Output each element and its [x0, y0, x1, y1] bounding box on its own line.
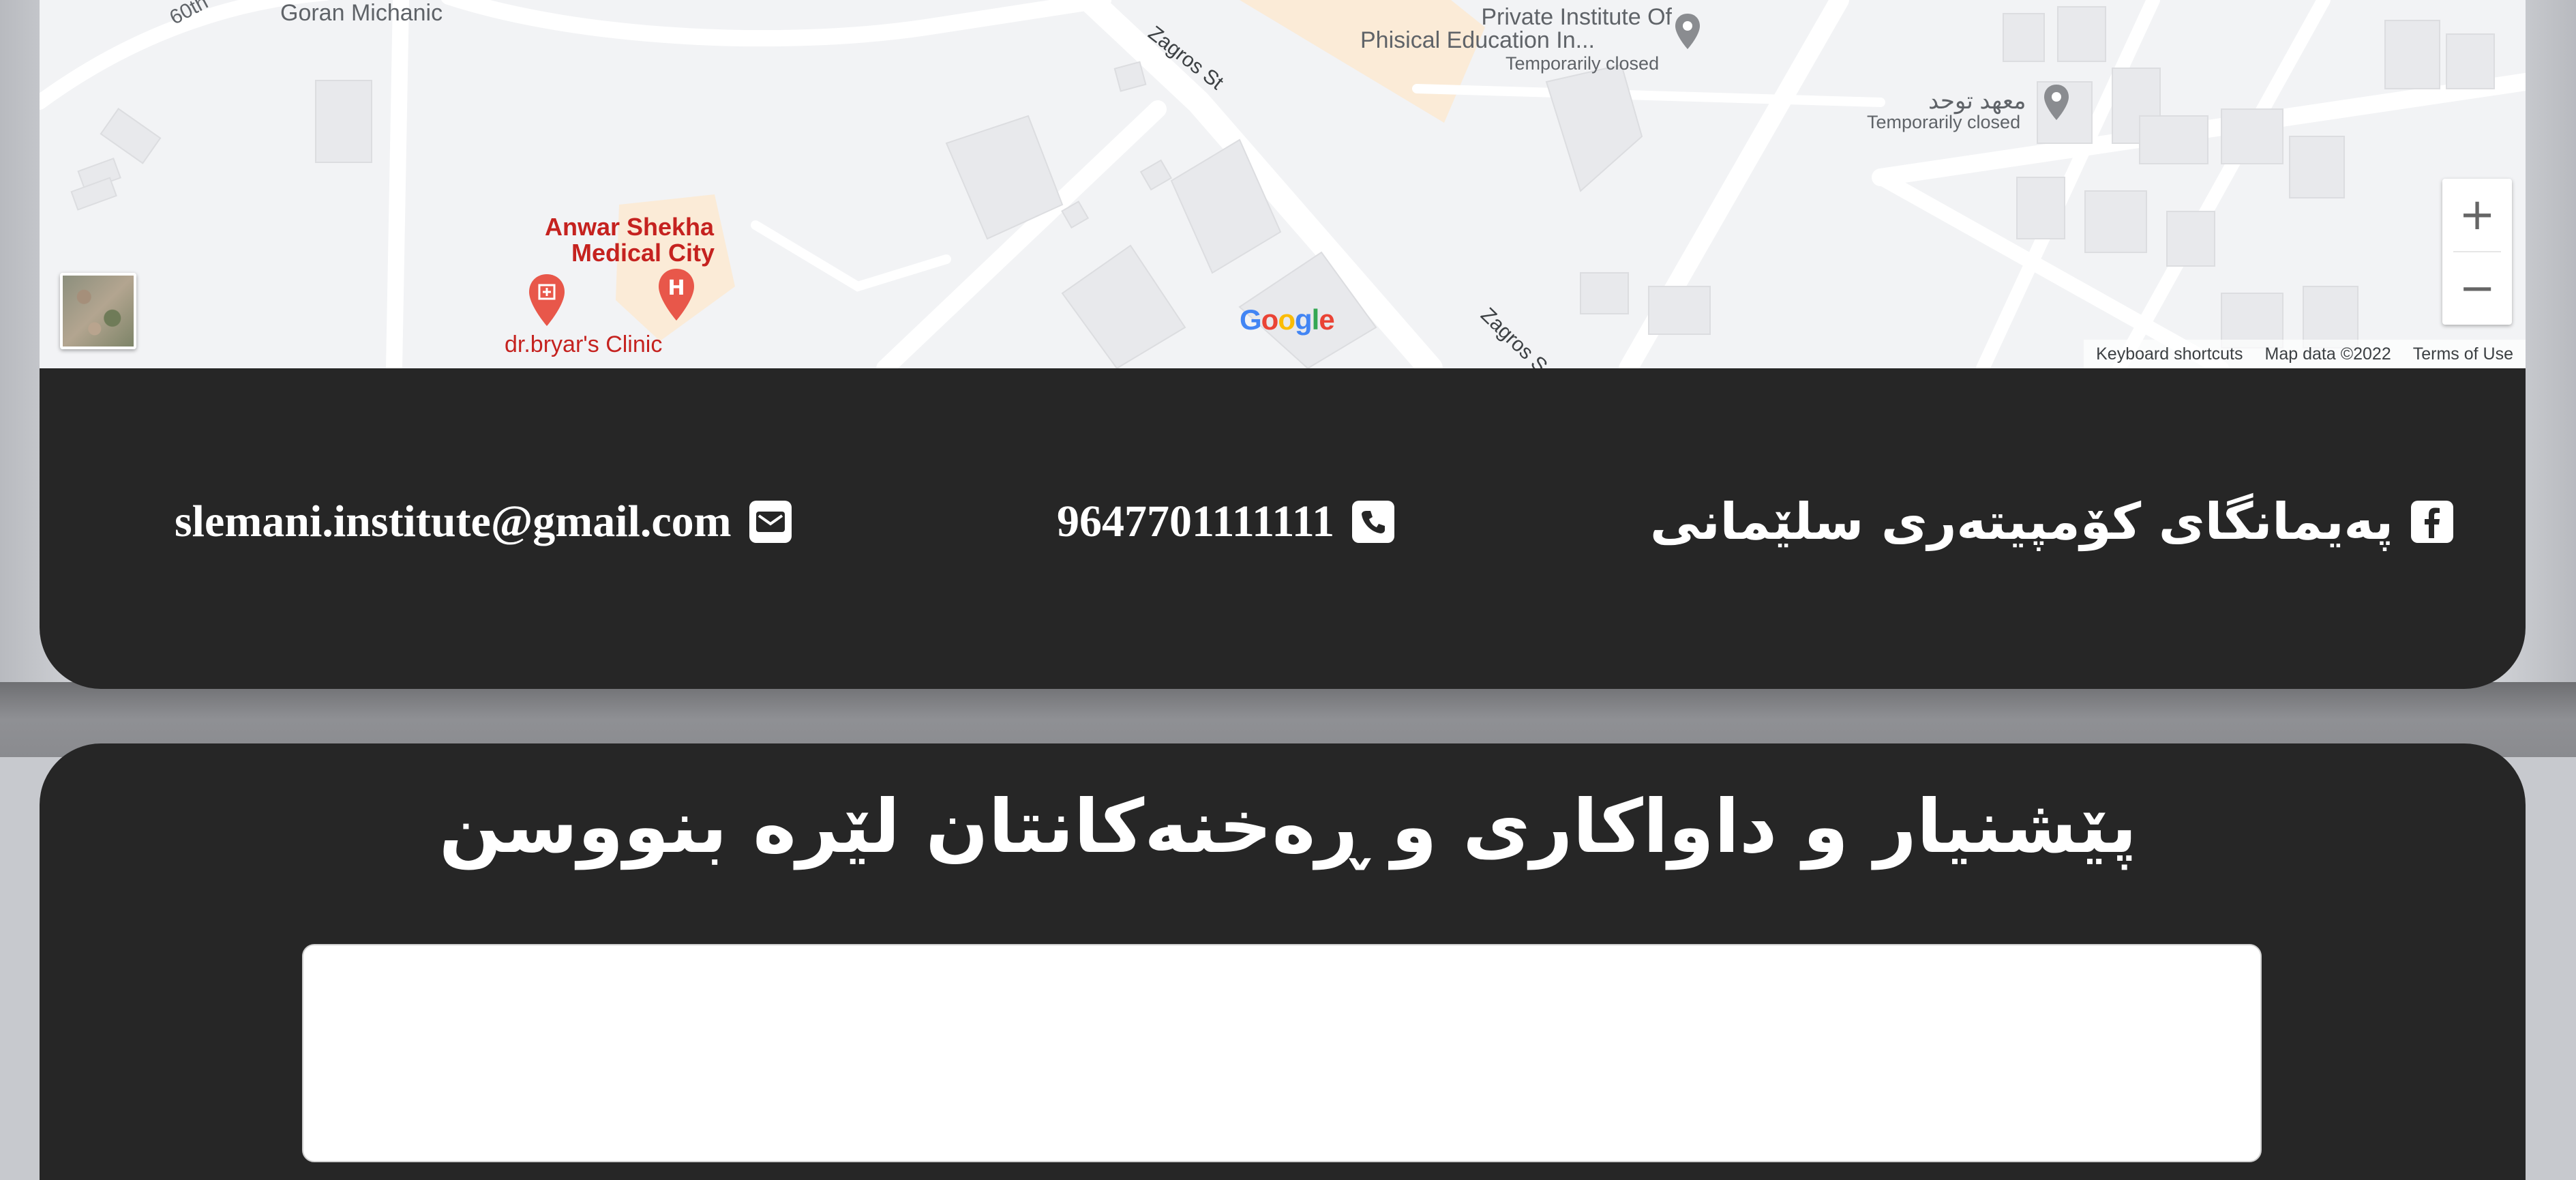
anwar-line1: Anwar Shekha: [544, 213, 715, 241]
map-data-label: Map data ©2022: [2264, 344, 2391, 364]
private-institute-status: Temporarily closed: [1506, 53, 1660, 74]
zoom-out-button[interactable]: −: [2442, 252, 2512, 325]
map-label-bryar-clinic: dr.bryar's Clinic: [505, 331, 663, 357]
map-label-anwar-shekha[interactable]: Anwar Shekha Medical City: [544, 214, 715, 266]
map-label-mahad: معهد توحد: [1928, 88, 2026, 114]
map-pin-icon[interactable]: [2043, 83, 2070, 121]
email-contact[interactable]: slemani.institute@gmail.com: [175, 495, 792, 549]
facebook-page-name: پەیمانگای کۆمپیتەری سلێمانی: [1650, 492, 2394, 551]
feedback-title: پێشنیار و داواکاری و ڕەخنەکانتان لێرە بن…: [438, 784, 2138, 870]
mahad-status: Temporarily closed: [1867, 112, 2021, 132]
embedded-map[interactable]: 60th Goran Michanic Zagros St Zagros S P…: [40, 0, 2526, 368]
envelope-icon: [749, 501, 792, 543]
feedback-textarea[interactable]: [302, 944, 2262, 1162]
terms-of-use-link[interactable]: Terms of Use: [2413, 344, 2513, 364]
google-logo: Google: [1240, 304, 1335, 336]
phone-icon: [1352, 501, 1395, 543]
google-logo-letter: o: [1261, 304, 1279, 336]
facebook-contact[interactable]: پەیمانگای کۆمپیتەری سلێمانی: [1650, 492, 2454, 551]
private-institute-line2: Phisical Education In...: [1360, 27, 1595, 53]
email-text: slemani.institute@gmail.com: [175, 497, 732, 546]
zoom-controls: + −: [2442, 179, 2512, 325]
facebook-icon: [2411, 501, 2454, 543]
map-pin-icon[interactable]: [1674, 12, 1701, 50]
google-logo-letter: G: [1240, 304, 1262, 336]
zoom-in-button[interactable]: +: [2442, 179, 2512, 251]
phone-contact[interactable]: 9647701111111: [1057, 495, 1395, 549]
anwar-line2: Medical City: [571, 239, 715, 267]
keyboard-shortcuts-link[interactable]: Keyboard shortcuts: [2096, 344, 2243, 364]
google-logo-letter: g: [1294, 304, 1313, 336]
map-label-goran: Goran Michanic: [280, 0, 443, 26]
satellite-toggle[interactable]: [60, 273, 136, 349]
google-logo-letter: o: [1278, 304, 1296, 336]
google-logo-letter: l: [1311, 304, 1320, 336]
svg-text:H: H: [668, 276, 685, 300]
hospital-pin-icon[interactable]: H: [657, 267, 695, 322]
phone-text: 9647701111111: [1057, 497, 1335, 546]
google-logo-letter: e: [1319, 304, 1334, 336]
map-attribution: Keyboard shortcuts Map data ©2022 Terms …: [2084, 340, 2526, 368]
clinic-pin-icon[interactable]: [528, 273, 566, 327]
